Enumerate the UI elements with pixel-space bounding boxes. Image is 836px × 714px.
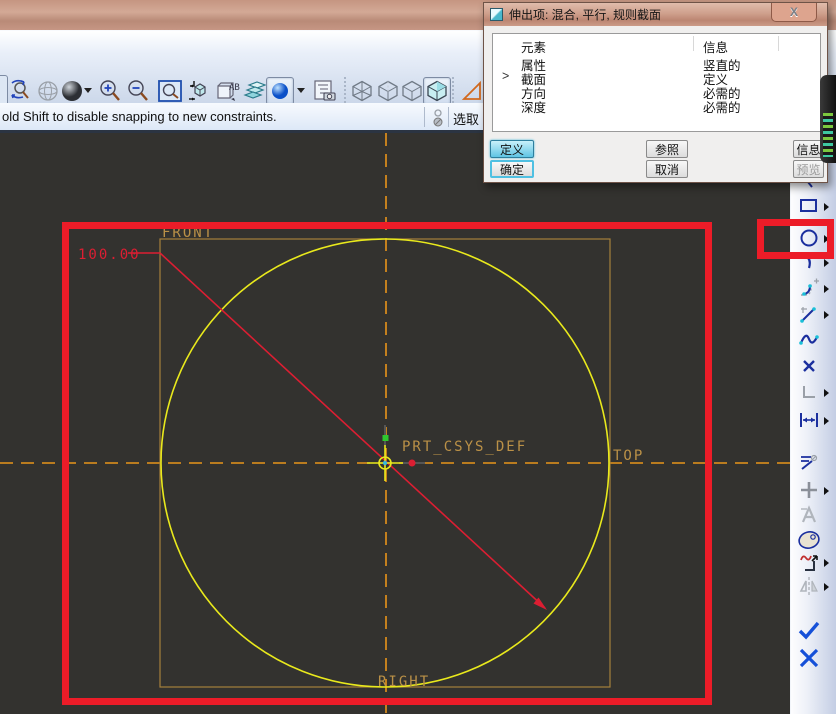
text-tool-icon[interactable]: [797, 503, 821, 527]
define-button[interactable]: 定义: [490, 140, 534, 158]
shaded-sphere-icon[interactable]: [58, 77, 86, 105]
cancel-tool-icon[interactable]: [797, 646, 821, 670]
render-style-icon[interactable]: [266, 77, 294, 105]
gadget-level-bars: [823, 113, 833, 157]
chamfer-flyout-icon[interactable]: [824, 311, 829, 319]
desktop-gadget-strip: [820, 75, 836, 163]
point-tool-icon[interactable]: [797, 354, 821, 378]
messagebar-separator: [424, 107, 425, 127]
dimension-flyout-icon[interactable]: [824, 417, 829, 425]
mirror-tool-icon[interactable]: [797, 574, 821, 598]
constraints-flyout-icon[interactable]: [824, 487, 829, 495]
column-header-element: 元素: [521, 41, 547, 55]
references-button[interactable]: 参照: [646, 140, 688, 158]
no-hidden-view-icon[interactable]: [398, 77, 426, 105]
done-tool-icon[interactable]: [797, 618, 821, 642]
element-info: 必需的: [703, 101, 741, 115]
sketch-highlight-annotation: [62, 222, 712, 705]
smart-filter-icon[interactable]: [430, 108, 446, 128]
element-name: 深度: [521, 101, 547, 115]
element-row-direction[interactable]: 方向 必需的: [493, 83, 820, 101]
cancel-button[interactable]: 取消: [646, 160, 688, 178]
fillet-flyout-icon[interactable]: [824, 285, 829, 293]
column-separator: [778, 36, 779, 51]
datum-planes-icon[interactable]: [458, 77, 486, 105]
feature-definition-dialog: 伸出项: 混合, 平行, 规则截面 X 元素 信息 属性 竖直的 > 截面 定义…: [483, 2, 828, 183]
current-element-marker: >: [502, 69, 510, 83]
palette-tool-icon[interactable]: [797, 528, 821, 552]
preview-button[interactable]: 预览: [793, 160, 824, 178]
coordinate-system-tool-icon[interactable]: [797, 380, 821, 404]
shaded-view-icon[interactable]: [423, 77, 451, 105]
rectangle-flyout-icon[interactable]: [824, 203, 829, 211]
zoom-in-icon[interactable]: [96, 77, 124, 105]
shaded-sphere-dropdown-icon[interactable]: [84, 88, 92, 93]
ok-button[interactable]: 确定: [490, 160, 534, 178]
mirror-flyout-icon[interactable]: [824, 583, 829, 591]
arc-flyout-icon[interactable]: [824, 259, 829, 267]
chamfer-tool-icon[interactable]: [797, 302, 821, 326]
modify-dimensions-tool-icon[interactable]: [797, 450, 821, 474]
status-message: old Shift to disable snapping to new con…: [2, 109, 277, 124]
trim-flyout-icon[interactable]: [824, 559, 829, 567]
rectangle-tool-icon[interactable]: [797, 194, 821, 218]
column-separator: [693, 36, 694, 51]
render-style-dropdown-icon[interactable]: [297, 88, 305, 93]
saved-views-icon[interactable]: AB: [214, 77, 242, 105]
circle-tool-highlight-annotation: [757, 219, 834, 259]
wireframe-view-icon[interactable]: [348, 77, 376, 105]
toolbar-separator: [452, 77, 454, 105]
reorient-view-icon[interactable]: [185, 77, 213, 105]
element-row-attributes[interactable]: 属性 竖直的: [493, 55, 820, 73]
model-tree-icon[interactable]: [311, 77, 339, 105]
repaint-icon[interactable]: [6, 77, 34, 105]
application-window: AB old Shift to disable snapping to new …: [0, 0, 836, 714]
dialog-title: 伸出项: 混合, 平行, 规则截面: [509, 8, 662, 22]
messagebar-separator: [448, 107, 449, 127]
element-row-depth[interactable]: 深度 必需的: [493, 97, 820, 115]
saved-views-glyph: AB: [229, 83, 240, 93]
fillet-tool-icon[interactable]: [797, 276, 821, 300]
column-header-info: 信息: [703, 41, 729, 55]
zoom-fit-icon[interactable]: [156, 77, 184, 105]
coordinate-system-flyout-icon[interactable]: [824, 389, 829, 397]
element-status-list[interactable]: 元素 信息 属性 竖直的 > 截面 定义 方向 必需的 深度 必需的: [492, 33, 821, 132]
dialog-cube-icon: [490, 8, 503, 21]
zoom-out-icon[interactable]: [124, 77, 152, 105]
select-filter-label[interactable]: 选取: [453, 109, 479, 128]
trim-tool-icon[interactable]: [797, 550, 821, 574]
dimension-tool-icon[interactable]: [797, 408, 821, 432]
close-icon[interactable]: X: [771, 3, 817, 22]
element-row-section[interactable]: > 截面 定义: [493, 69, 820, 87]
toolbar-separator: [344, 77, 346, 105]
constraints-tool-icon[interactable]: [797, 478, 821, 502]
dialog-titlebar[interactable]: 伸出项: 混合, 平行, 规则截面 X: [484, 3, 827, 26]
spline-tool-icon[interactable]: [797, 328, 821, 352]
